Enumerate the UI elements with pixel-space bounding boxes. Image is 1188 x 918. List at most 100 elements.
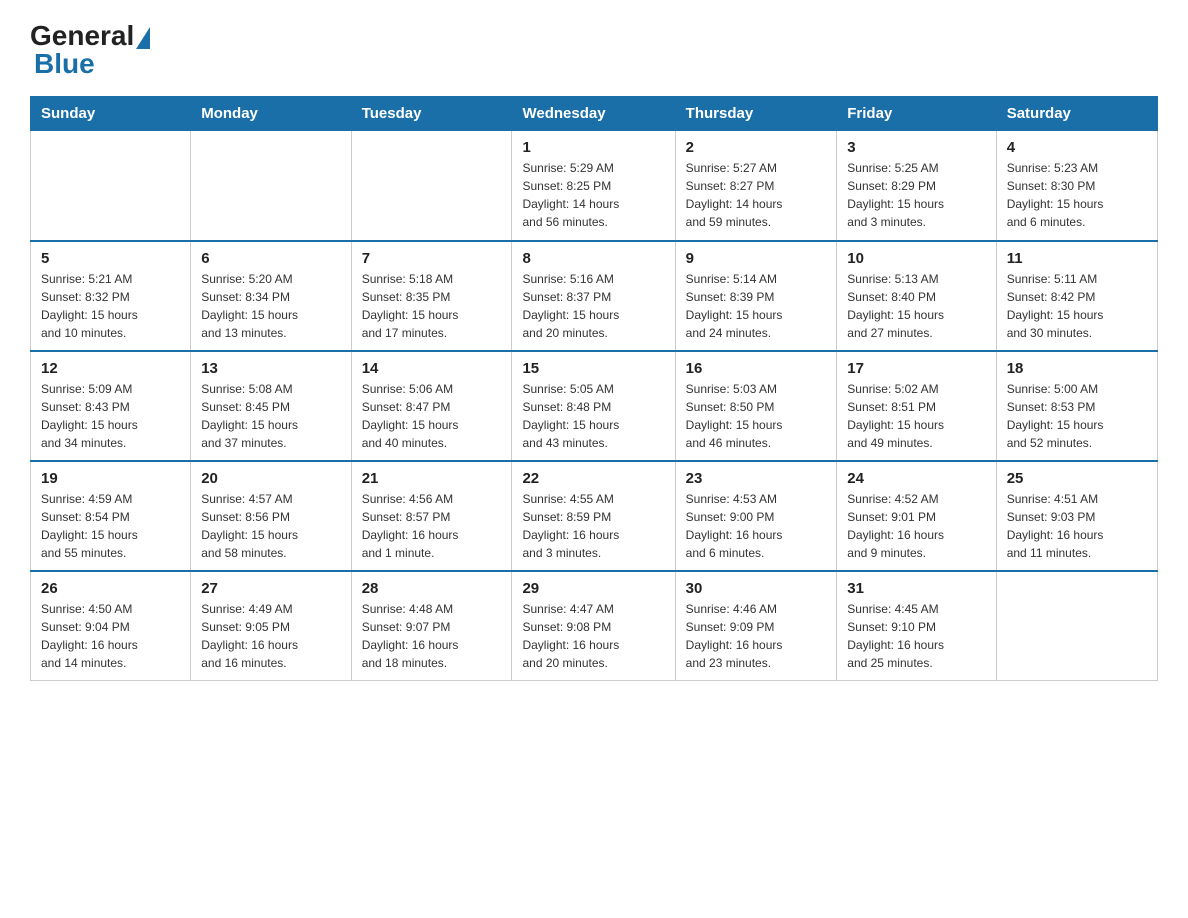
calendar-cell: 13 Sunrise: 5:08 AM Sunset: 8:45 PM Dayli…: [191, 351, 351, 461]
day-number: 12: [41, 360, 180, 377]
calendar-week-row: 19 Sunrise: 4:59 AM Sunset: 8:54 PM Dayli…: [31, 461, 1158, 571]
logo-triangle-icon: [136, 27, 150, 49]
day-info: Sunrise: 4:46 AM Sunset: 9:09 PM Dayligh…: [686, 600, 827, 672]
day-number: 7: [362, 250, 502, 267]
day-info: Sunrise: 5:13 AM Sunset: 8:40 PM Dayligh…: [847, 270, 985, 342]
calendar-cell: 1 Sunrise: 5:29 AM Sunset: 8:25 PM Daylig…: [512, 131, 675, 241]
day-number: 30: [686, 580, 827, 597]
calendar-cell: [191, 131, 351, 241]
day-info: Sunrise: 4:47 AM Sunset: 9:08 PM Dayligh…: [522, 600, 664, 672]
day-info: Sunrise: 5:18 AM Sunset: 8:35 PM Dayligh…: [362, 270, 502, 342]
day-number: 6: [201, 250, 340, 267]
calendar-week-row: 12 Sunrise: 5:09 AM Sunset: 8:43 PM Dayli…: [31, 351, 1158, 461]
day-number: 21: [362, 470, 502, 487]
day-info: Sunrise: 4:55 AM Sunset: 8:59 PM Dayligh…: [522, 490, 664, 562]
calendar-cell: 17 Sunrise: 5:02 AM Sunset: 8:51 PM Dayli…: [837, 351, 996, 461]
day-info: Sunrise: 5:21 AM Sunset: 8:32 PM Dayligh…: [41, 270, 180, 342]
calendar-cell: 26 Sunrise: 4:50 AM Sunset: 9:04 PM Dayli…: [31, 571, 191, 681]
day-info: Sunrise: 5:16 AM Sunset: 8:37 PM Dayligh…: [522, 270, 664, 342]
day-number: 10: [847, 250, 985, 267]
day-info: Sunrise: 4:45 AM Sunset: 9:10 PM Dayligh…: [847, 600, 985, 672]
day-number: 15: [522, 360, 664, 377]
day-number: 28: [362, 580, 502, 597]
day-info: Sunrise: 5:09 AM Sunset: 8:43 PM Dayligh…: [41, 380, 180, 452]
day-number: 1: [522, 139, 664, 156]
day-info: Sunrise: 4:53 AM Sunset: 9:00 PM Dayligh…: [686, 490, 827, 562]
day-number: 26: [41, 580, 180, 597]
calendar-cell: 20 Sunrise: 4:57 AM Sunset: 8:56 PM Dayli…: [191, 461, 351, 571]
day-number: 9: [686, 250, 827, 267]
day-number: 19: [41, 470, 180, 487]
calendar-cell: 29 Sunrise: 4:47 AM Sunset: 9:08 PM Dayli…: [512, 571, 675, 681]
day-info: Sunrise: 5:03 AM Sunset: 8:50 PM Dayligh…: [686, 380, 827, 452]
day-info: Sunrise: 4:59 AM Sunset: 8:54 PM Dayligh…: [41, 490, 180, 562]
logo: General Blue: [30, 20, 150, 80]
calendar-week-row: 26 Sunrise: 4:50 AM Sunset: 9:04 PM Dayli…: [31, 571, 1158, 681]
logo-blue-text: Blue: [34, 48, 95, 80]
day-info: Sunrise: 5:08 AM Sunset: 8:45 PM Dayligh…: [201, 380, 340, 452]
calendar-cell: 9Sunrise: 5:14 AM Sunset: 8:39 PM Daylig…: [675, 241, 837, 351]
day-info: Sunrise: 5:27 AM Sunset: 8:27 PM Dayligh…: [686, 159, 827, 231]
day-number: 2: [686, 139, 827, 156]
day-info: Sunrise: 5:00 AM Sunset: 8:53 PM Dayligh…: [1007, 380, 1147, 452]
day-info: Sunrise: 4:50 AM Sunset: 9:04 PM Dayligh…: [41, 600, 180, 672]
calendar-cell: 14Sunrise: 5:06 AM Sunset: 8:47 PM Dayli…: [351, 351, 512, 461]
day-info: Sunrise: 5:23 AM Sunset: 8:30 PM Dayligh…: [1007, 159, 1147, 231]
calendar-cell: 18 Sunrise: 5:00 AM Sunset: 8:53 PM Dayli…: [996, 351, 1157, 461]
calendar-cell: 4 Sunrise: 5:23 AM Sunset: 8:30 PM Daylig…: [996, 131, 1157, 241]
calendar-cell: 24Sunrise: 4:52 AM Sunset: 9:01 PM Dayli…: [837, 461, 996, 571]
day-info: Sunrise: 5:02 AM Sunset: 8:51 PM Dayligh…: [847, 380, 985, 452]
day-info: Sunrise: 5:29 AM Sunset: 8:25 PM Dayligh…: [522, 159, 664, 231]
day-info: Sunrise: 5:20 AM Sunset: 8:34 PM Dayligh…: [201, 270, 340, 342]
calendar-cell: [996, 571, 1157, 681]
day-info: Sunrise: 4:49 AM Sunset: 9:05 PM Dayligh…: [201, 600, 340, 672]
calendar-cell: 7 Sunrise: 5:18 AM Sunset: 8:35 PM Daylig…: [351, 241, 512, 351]
calendar-cell: 11Sunrise: 5:11 AM Sunset: 8:42 PM Dayli…: [996, 241, 1157, 351]
day-of-week-header-thursday: Thursday: [675, 97, 837, 131]
day-info: Sunrise: 4:48 AM Sunset: 9:07 PM Dayligh…: [362, 600, 502, 672]
page-header: General Blue: [30, 20, 1158, 80]
day-number: 11: [1007, 250, 1147, 267]
day-number: 4: [1007, 139, 1147, 156]
day-number: 17: [847, 360, 985, 377]
day-of-week-header-tuesday: Tuesday: [351, 97, 512, 131]
calendar-cell: [351, 131, 512, 241]
calendar-cell: 3Sunrise: 5:25 AM Sunset: 8:29 PM Daylig…: [837, 131, 996, 241]
day-info: Sunrise: 4:51 AM Sunset: 9:03 PM Dayligh…: [1007, 490, 1147, 562]
calendar-cell: 5Sunrise: 5:21 AM Sunset: 8:32 PM Daylig…: [31, 241, 191, 351]
day-number: 25: [1007, 470, 1147, 487]
day-of-week-header-sunday: Sunday: [31, 97, 191, 131]
calendar-week-row: 1 Sunrise: 5:29 AM Sunset: 8:25 PM Daylig…: [31, 131, 1158, 241]
day-info: Sunrise: 5:05 AM Sunset: 8:48 PM Dayligh…: [522, 380, 664, 452]
calendar-cell: 8Sunrise: 5:16 AM Sunset: 8:37 PM Daylig…: [512, 241, 675, 351]
day-of-week-header-saturday: Saturday: [996, 97, 1157, 131]
day-number: 29: [522, 580, 664, 597]
calendar-week-row: 5Sunrise: 5:21 AM Sunset: 8:32 PM Daylig…: [31, 241, 1158, 351]
calendar-cell: 22 Sunrise: 4:55 AM Sunset: 8:59 PM Dayli…: [512, 461, 675, 571]
calendar-cell: 30 Sunrise: 4:46 AM Sunset: 9:09 PM Dayli…: [675, 571, 837, 681]
calendar-cell: 16 Sunrise: 5:03 AM Sunset: 8:50 PM Dayli…: [675, 351, 837, 461]
calendar-cell: 15 Sunrise: 5:05 AM Sunset: 8:48 PM Dayli…: [512, 351, 675, 461]
day-number: 20: [201, 470, 340, 487]
calendar-cell: 23 Sunrise: 4:53 AM Sunset: 9:00 PM Dayli…: [675, 461, 837, 571]
day-number: 16: [686, 360, 827, 377]
day-number: 24: [847, 470, 985, 487]
day-info: Sunrise: 4:57 AM Sunset: 8:56 PM Dayligh…: [201, 490, 340, 562]
day-number: 23: [686, 470, 827, 487]
day-number: 27: [201, 580, 340, 597]
day-number: 22: [522, 470, 664, 487]
day-info: Sunrise: 4:56 AM Sunset: 8:57 PM Dayligh…: [362, 490, 502, 562]
day-info: Sunrise: 5:06 AM Sunset: 8:47 PM Dayligh…: [362, 380, 502, 452]
calendar-cell: 19 Sunrise: 4:59 AM Sunset: 8:54 PM Dayli…: [31, 461, 191, 571]
calendar-cell: 21 Sunrise: 4:56 AM Sunset: 8:57 PM Dayli…: [351, 461, 512, 571]
day-of-week-header-friday: Friday: [837, 97, 996, 131]
day-number: 13: [201, 360, 340, 377]
calendar-cell: 2 Sunrise: 5:27 AM Sunset: 8:27 PM Daylig…: [675, 131, 837, 241]
day-number: 3: [847, 139, 985, 156]
calendar-cell: 28 Sunrise: 4:48 AM Sunset: 9:07 PM Dayli…: [351, 571, 512, 681]
calendar-cell: 31Sunrise: 4:45 AM Sunset: 9:10 PM Dayli…: [837, 571, 996, 681]
calendar-table: SundayMondayTuesdayWednesdayThursdayFrid…: [30, 96, 1158, 681]
day-number: 18: [1007, 360, 1147, 377]
calendar-cell: 27 Sunrise: 4:49 AM Sunset: 9:05 PM Dayli…: [191, 571, 351, 681]
calendar-cell: 10 Sunrise: 5:13 AM Sunset: 8:40 PM Dayli…: [837, 241, 996, 351]
